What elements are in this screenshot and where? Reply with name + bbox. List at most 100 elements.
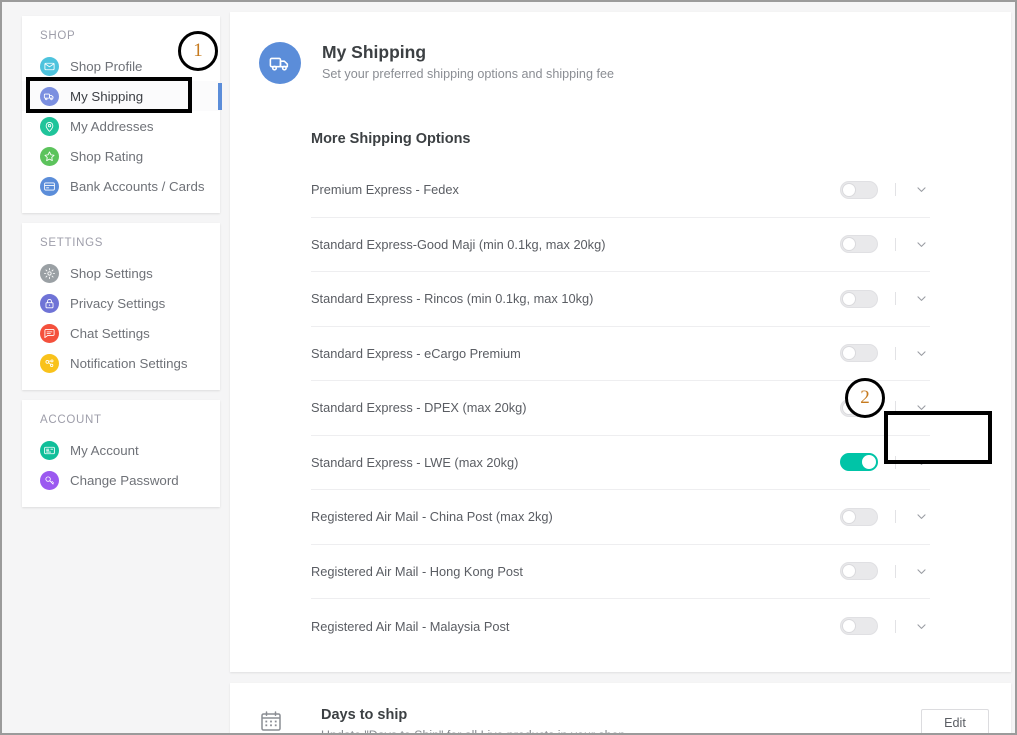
edit-button[interactable]: Edit <box>921 708 989 733</box>
shipping-option-toggle[interactable] <box>840 398 878 417</box>
shipping-option-row: Premium Express - Fedex <box>311 163 930 218</box>
sidebar-item-label: Notification Settings <box>70 355 188 371</box>
sidebar-item-label: Chat Settings <box>70 325 150 341</box>
shipping-option-row: Standard Express - LWE (max 20kg) <box>311 436 930 490</box>
divider <box>895 401 896 415</box>
shipping-option-toggle[interactable] <box>840 453 878 472</box>
app-window: SHOP Shop Profile My Shipping My Addresses S… <box>0 0 1017 735</box>
shipping-option-label: Registered Air Mail - China Post (max 2k… <box>311 509 553 525</box>
chevron-down-icon[interactable] <box>912 181 930 199</box>
toggle-knob <box>842 237 856 252</box>
toggle-knob <box>842 619 856 634</box>
key-icon <box>40 470 59 490</box>
shipping-option-row: Standard Express-Good Maji (min 0.1kg, m… <box>311 218 930 272</box>
sidebar-item-notification-settings[interactable]: Notification Settings <box>22 348 220 378</box>
divider <box>895 455 896 469</box>
sidebar-section-heading: SHOP <box>40 30 76 42</box>
shipping-option-label: Registered Air Mail - Hong Kong Post <box>311 563 523 579</box>
shipping-option-toggle[interactable] <box>840 289 878 308</box>
page-subtitle: Set your preferred shipping options and … <box>322 66 614 81</box>
divider <box>895 292 896 306</box>
id-card-icon <box>40 440 59 460</box>
sidebar-item-privacy-settings[interactable]: Privacy Settings <box>22 288 220 318</box>
chat-icon <box>40 323 59 343</box>
shipping-option-controls <box>840 180 930 199</box>
shipping-option-toggle[interactable] <box>840 180 878 199</box>
shipping-option-label: Standard Express - eCargo Premium <box>311 345 521 361</box>
toggle-knob <box>842 400 856 415</box>
sidebar-item-my-account[interactable]: My Account <box>22 435 220 465</box>
shipping-option-toggle[interactable] <box>840 235 878 254</box>
toggle-knob <box>842 509 856 524</box>
sidebar: SHOP Shop Profile My Shipping My Addresses S… <box>22 16 222 507</box>
sidebar-item-change-password[interactable]: Change Password <box>22 465 220 495</box>
days-to-ship-subtitle: Update "Days to Ship" for all Live produ… <box>321 727 629 735</box>
shop-profile-icon <box>40 56 59 76</box>
shipping-option-toggle[interactable] <box>840 617 878 636</box>
page-header: My Shipping Set your preferred shipping … <box>230 34 1011 84</box>
divider <box>895 564 896 578</box>
chevron-down-icon[interactable] <box>912 453 930 471</box>
shipping-option-toggle[interactable] <box>840 507 878 526</box>
days-to-ship-title: Days to ship <box>321 706 408 723</box>
chevron-down-icon[interactable] <box>912 235 930 253</box>
shipping-option-row: Standard Express - eCargo Premium <box>311 327 930 381</box>
section-title: More Shipping Options <box>311 131 471 147</box>
sidebar-item-shop-rating[interactable]: Shop Rating <box>22 141 220 171</box>
sidebar-item-label: My Shipping <box>70 88 144 104</box>
shipping-option-controls <box>840 562 930 581</box>
shipping-option-controls <box>840 235 930 254</box>
sidebar-item-shop-profile[interactable]: Shop Profile <box>22 51 220 81</box>
sidebar-item-label: Bank Accounts / Cards <box>70 178 205 194</box>
truck-icon <box>40 86 59 106</box>
sidebar-section-account: ACCOUNT My Account Change Password <box>22 400 220 507</box>
shipping-option-controls <box>840 398 930 417</box>
location-pin-icon <box>40 116 59 136</box>
toggle-knob <box>862 455 876 470</box>
sidebar-item-label: Shop Rating <box>70 148 144 164</box>
main-content: My Shipping Set your preferred shipping … <box>230 12 1011 735</box>
chevron-down-icon[interactable] <box>912 508 930 526</box>
chevron-down-icon[interactable] <box>912 399 930 417</box>
divider <box>895 510 896 524</box>
sidebar-item-label: My Addresses <box>70 118 154 134</box>
shipping-option-label: Premium Express - Fedex <box>311 182 459 198</box>
chevron-down-icon[interactable] <box>912 562 930 580</box>
shipping-option-controls <box>840 289 930 308</box>
star-icon <box>40 146 59 166</box>
chevron-down-icon[interactable] <box>912 617 930 635</box>
sidebar-item-label: Shop Profile <box>70 58 143 74</box>
shipping-options-list: Premium Express - Fedex Standard Express-… <box>230 163 1011 654</box>
chevron-down-icon[interactable] <box>912 344 930 362</box>
bell-icon <box>40 353 59 373</box>
gear-icon <box>40 263 59 283</box>
sidebar-item-chat-settings[interactable]: Chat Settings <box>22 318 220 348</box>
sidebar-item-bank-accounts-cards[interactable]: Bank Accounts / Cards <box>22 171 220 201</box>
shipping-option-row: Standard Express - DPEX (max 20kg) <box>311 381 930 436</box>
shipping-option-label: Standard Express-Good Maji (min 0.1kg, m… <box>311 236 606 252</box>
toggle-knob <box>842 182 856 197</box>
sidebar-item-label: Change Password <box>70 472 179 488</box>
toggle-knob <box>842 346 856 361</box>
sidebar-item-my-addresses[interactable]: My Addresses <box>22 111 220 141</box>
sidebar-item-label: Shop Settings <box>70 265 153 281</box>
sidebar-item-label: My Account <box>70 442 139 458</box>
sidebar-item-shop-settings[interactable]: Shop Settings <box>22 258 220 288</box>
sidebar-item-label: Privacy Settings <box>70 295 166 311</box>
shipping-option-label: Standard Express - LWE (max 20kg) <box>311 454 519 470</box>
toggle-knob <box>842 564 856 579</box>
shipping-option-toggle[interactable] <box>840 344 878 363</box>
shipping-option-controls <box>840 453 930 472</box>
divider <box>895 346 896 360</box>
shipping-option-row: Registered Air Mail - Malaysia Post <box>311 599 930 654</box>
bank-card-icon <box>40 176 59 196</box>
sidebar-item-my-shipping[interactable]: My Shipping <box>22 81 222 111</box>
shipping-option-row: Registered Air Mail - Hong Kong Post <box>311 545 930 599</box>
days-to-ship-panel: Days to ship Update "Days to Ship" for a… <box>230 682 1011 735</box>
chevron-down-icon[interactable] <box>912 290 930 308</box>
shipping-option-toggle[interactable] <box>840 562 878 581</box>
sidebar-section-settings: SETTINGS Shop Settings Privacy Settings Cha… <box>22 223 220 390</box>
shipping-option-row: Registered Air Mail - China Post (max 2k… <box>311 490 930 545</box>
shipping-option-controls <box>840 617 930 636</box>
shipping-option-controls <box>840 344 930 363</box>
